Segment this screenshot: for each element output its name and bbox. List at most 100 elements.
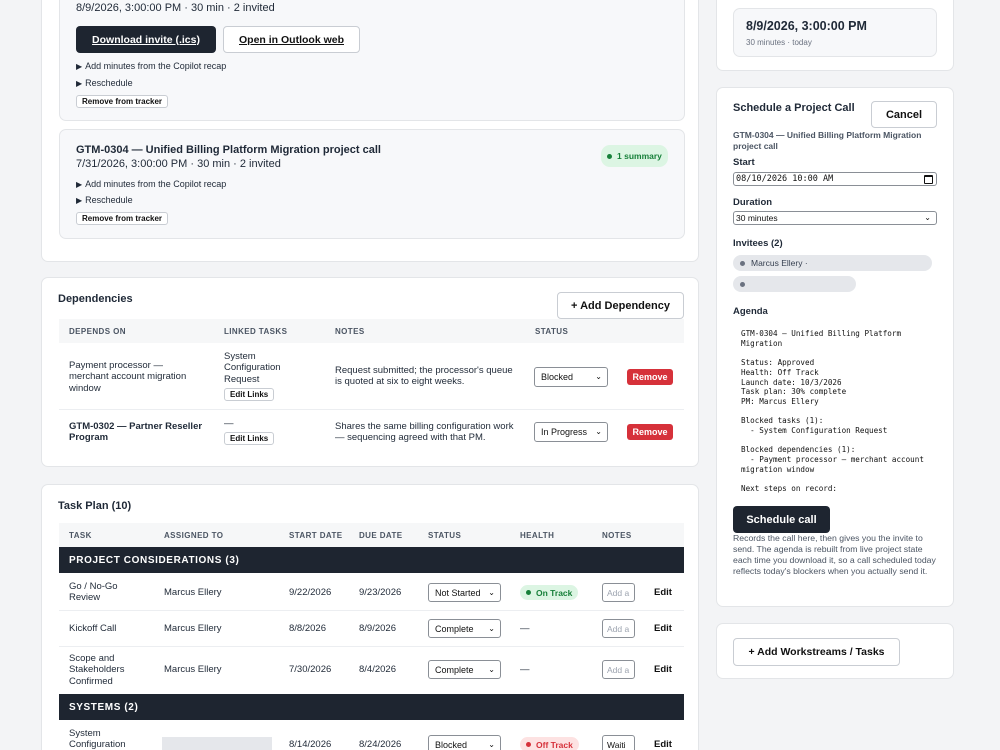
add-minutes-label: Add minutes from the Copilot recap [85, 179, 227, 189]
invitee-dot-icon [740, 260, 745, 266]
task-assignee-redacted [162, 737, 272, 750]
task-assignee: Marcus Ellery [164, 587, 222, 598]
status-value: Blocked [435, 739, 468, 750]
row-divider [59, 610, 684, 611]
meeting-item: GTM-0304 — Unified Billing Platform Migr… [59, 129, 685, 239]
task-start: 8/14/2026 [289, 739, 332, 750]
next-call-datetime: 8/9/2026, 3:00:00 PM [746, 19, 867, 33]
status-value: Complete [435, 623, 474, 634]
task-due: 8/24/2026 [359, 739, 402, 750]
reschedule-toggle[interactable]: ▶ Reschedule [76, 78, 133, 88]
invitee-chip[interactable]: Marcus Ellery · [733, 255, 932, 271]
chevron-down-icon: ⌄ [595, 427, 602, 437]
col-assigned-to: ASSIGNED TO [164, 531, 224, 540]
invitees-label: Invitees (2) [733, 238, 783, 249]
add-minutes-toggle[interactable]: ▶ Add minutes from the Copilot recap [76, 179, 226, 189]
status-value: Blocked [541, 372, 574, 382]
dependency-status-select[interactable]: Blocked ⌄ [534, 367, 608, 387]
chevron-down-icon: ⌄ [488, 587, 495, 597]
status-value: In Progress [541, 427, 588, 437]
meeting-item: 8/9/2026, 3:00:00 PM · 30 min · 2 invite… [59, 0, 685, 121]
cancel-button[interactable]: Cancel [871, 101, 937, 128]
task-status-select[interactable]: Complete ⌄ [428, 619, 501, 638]
group-header: PROJECT CONSIDERATIONS (3) [59, 547, 684, 573]
download-invite-button[interactable]: Download invite (.ics) [76, 26, 216, 53]
col-due-date: DUE DATE [359, 531, 403, 540]
group-header: SYSTEMS (2) [59, 694, 684, 720]
invitee-chip[interactable] [733, 276, 856, 292]
edit-task-link[interactable]: Edit [654, 587, 672, 598]
meeting-meta: 7/31/2026, 3:00:00 PM · 30 min · 2 invit… [76, 158, 281, 170]
task-status-select[interactable]: Not Started ⌄ [428, 583, 501, 602]
remove-from-tracker-button[interactable]: Remove from tracker [76, 212, 169, 225]
dependency-status-select[interactable]: In Progress ⌄ [534, 422, 608, 442]
edit-task-link[interactable]: Edit [654, 739, 672, 750]
summary-badge-label: 1 summary [617, 151, 662, 161]
duration-value: 30 minutes [736, 213, 778, 223]
chevron-down-icon: ⌄ [488, 664, 495, 674]
edit-task-link[interactable]: Edit [654, 623, 672, 634]
remove-dependency-button[interactable]: Remove [627, 369, 673, 385]
task-name: Kickoff Call [69, 623, 117, 634]
row-divider [59, 646, 684, 647]
reschedule-toggle[interactable]: ▶ Reschedule [76, 195, 133, 205]
remove-from-tracker-button[interactable]: Remove from tracker [76, 95, 169, 108]
remove-dependency-button[interactable]: Remove [627, 424, 673, 440]
col-linked-tasks: LINKED TASKS [224, 327, 288, 336]
task-notes-input[interactable]: Waiti [602, 735, 635, 750]
row-divider [59, 409, 684, 410]
health-badge: Off Track [520, 737, 579, 750]
agenda-textarea[interactable]: GTM-0304 — Unified Billing Platform Migr… [733, 321, 939, 501]
status-value: Complete [435, 664, 474, 675]
add-dependency-button[interactable]: + Add Dependency [557, 292, 684, 319]
edit-links-button[interactable]: Edit Links [224, 432, 275, 445]
schedule-help-text: Records the call here, then gives you th… [733, 533, 936, 576]
next-call-card: 8/9/2026, 3:00:00 PM 30 minutes · today [716, 0, 954, 71]
calendar-icon [924, 175, 933, 184]
linked-task: — [224, 418, 234, 429]
task-status-select[interactable]: Blocked ⌄ [428, 735, 501, 750]
add-minutes-toggle[interactable]: ▶ Add minutes from the Copilot recap [76, 61, 226, 71]
task-start: 8/8/2026 [289, 623, 326, 634]
task-assignee: Marcus Ellery [164, 664, 222, 675]
task-notes-input[interactable]: Add a [602, 660, 635, 679]
health-label: Off Track [536, 739, 573, 750]
health-badge: On Track [520, 585, 579, 600]
task-due: 8/4/2026 [359, 664, 396, 675]
chevron-down-icon: ⌄ [488, 623, 495, 633]
section-title: Dependencies [58, 293, 133, 305]
task-start: 9/22/2026 [289, 587, 332, 598]
dependency-name: Payment processor — merchant account mig… [69, 360, 187, 394]
dependency-notes: Request submitted; the processor's queue… [335, 365, 513, 388]
start-value: 08/10/2026 10:00 AM [736, 174, 834, 184]
schedule-call-button[interactable]: Schedule call [733, 506, 830, 533]
task-status-select[interactable]: Complete ⌄ [428, 660, 501, 679]
health-empty: — [520, 623, 530, 634]
task-notes-input[interactable]: Add a [602, 583, 635, 602]
health-label: On Track [536, 587, 573, 598]
duration-select[interactable]: 30 minutes ⌄ [733, 211, 937, 225]
edit-links-button[interactable]: Edit Links [224, 388, 275, 401]
task-notes-input[interactable]: Add a [602, 619, 635, 638]
status-value: Not Started [435, 587, 481, 598]
edit-task-link[interactable]: Edit [654, 664, 672, 675]
triangle-right-icon: ▶ [76, 78, 83, 88]
col-depends-on: DEPENDS ON [69, 327, 126, 336]
reschedule-label: Reschedule [85, 195, 133, 205]
schedule-title: Schedule a Project Call [733, 102, 855, 114]
col-status: STATUS [428, 531, 462, 540]
status-dot-icon [607, 153, 612, 159]
start-datetime-input[interactable]: 08/10/2026 10:00 AM [733, 172, 937, 186]
open-outlook-button[interactable]: Open in Outlook web [223, 26, 360, 53]
task-name: Go / No-Go Review [69, 581, 118, 604]
status-dot-icon [526, 590, 531, 595]
meetings-card: 8/9/2026, 3:00:00 PM · 30 min · 2 invite… [41, 0, 699, 262]
add-workstreams-button[interactable]: + Add Workstreams / Tasks [733, 638, 900, 666]
reschedule-label: Reschedule [85, 78, 133, 88]
task-name: System Configuration [69, 728, 126, 750]
duration-label: Duration [733, 197, 773, 208]
col-health: HEALTH [520, 531, 555, 540]
chevron-down-icon: ⌄ [488, 739, 495, 749]
chevron-down-icon: ⌄ [595, 372, 602, 382]
schedule-card: Schedule a Project Call Cancel GTM-0304 … [716, 87, 954, 607]
